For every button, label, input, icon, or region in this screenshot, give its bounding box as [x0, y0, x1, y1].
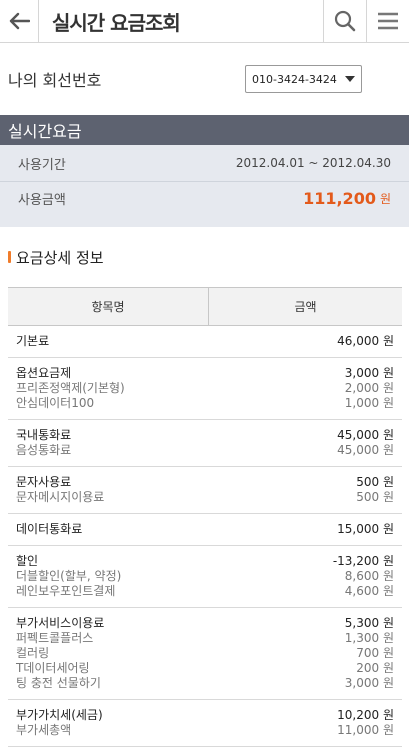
page-title: 실시간 요금조회	[52, 10, 181, 35]
search-button[interactable]	[323, 0, 366, 42]
sub-item-name: 문자메시지이용료	[16, 490, 105, 504]
search-icon	[334, 10, 356, 32]
sub-item-name: T데이터세어링	[16, 661, 90, 675]
sub-item-name: 더블할인(할부, 약정)	[16, 569, 122, 583]
usage-period-label: 사용기간	[18, 157, 66, 173]
table-row: 부가서비스이용료 퍼펙트콜플러스 컬러링 T데이터세어링 팅 충전 선물하기 5,300 …	[8, 607, 402, 700]
item-amount-cell: 3,000 원 2,000 원 1,000 원	[208, 357, 402, 420]
hamburger-menu-icon	[378, 12, 398, 30]
sub-item-name: 컬러링	[16, 646, 50, 660]
item-name-cell: 할인 더블할인(할부, 약정) 레인보우포인트결제	[8, 545, 209, 608]
sub-item-name: 부가세총액	[16, 723, 72, 737]
line-selector-row: 나의 회선번호 010-3424-3424	[0, 43, 409, 115]
table-row: 데이터통화료 15,000 원	[8, 513, 402, 546]
sub-item-name: 레인보우포인트결제	[16, 584, 116, 598]
table-row: 옵션요금제 프리존정액제(기본형) 안심데이터100 3,000 원 2,000 원 1,…	[8, 357, 402, 420]
app-bar: 실시간 요금조회	[0, 0, 409, 43]
table-row: 문자사용료 문자메시지이용료 500 원 500 원	[8, 466, 402, 514]
item-amount: 500 원	[356, 475, 394, 489]
item-name: 옵션요금제	[16, 366, 72, 380]
item-amount-cell: -13,200 원 8,600 원 4,600 원	[208, 545, 402, 608]
sub-item-name: 프리존정액제(기본형)	[16, 381, 125, 395]
sub-item-amount: 2,000 원	[344, 381, 394, 395]
table-row: 기본료 46,000 원	[8, 325, 402, 358]
item-amount-cell: 45,000 원 45,000 원	[208, 419, 402, 467]
item-name: 부가가치세(세금)	[16, 708, 103, 722]
table-row: 부가가치세(세금) 부가세총액 10,200 원 11,000 원	[8, 699, 402, 747]
item-amount: 46,000 원	[337, 334, 394, 348]
sub-item-amount: 1,000 원	[344, 396, 394, 410]
item-name: 데이터통화료	[16, 522, 83, 536]
table-row: 할인 더블할인(할부, 약정) 레인보우포인트결제 -13,200 원 8,600 원4…	[8, 545, 402, 608]
realtime-fee-summary: 사용기간 2012.04.01 ~ 2012.04.30 사용금액 111,20…	[0, 145, 409, 227]
item-amount: 15,000 원	[337, 522, 394, 536]
item-name-cell: 옵션요금제 프리존정액제(기본형) 안심데이터100	[8, 357, 209, 420]
usage-amount-unit: 원	[379, 191, 391, 206]
sub-item-amount: 1,300 원	[344, 631, 394, 645]
column-header-item: 항목명	[8, 287, 209, 326]
item-name: 부가서비스이용료	[16, 616, 105, 630]
item-amount: 5,300 원	[344, 616, 394, 630]
usage-amount-row: 사용금액 111,200 원	[0, 182, 409, 212]
line-number-value: 010-3424-3424	[252, 72, 337, 86]
item-amount-cell: 5,300 원 1,300 원 700 원 200 원 3,000 원	[208, 607, 402, 700]
fee-detail-table: 항목명 금액 기본료 46,000 원옵션요금제 프리존정액제(기본형) 안심데이터1…	[8, 287, 402, 747]
sub-item-amount: 3,000 원	[344, 676, 394, 690]
item-name-cell: 데이터통화료	[8, 513, 209, 546]
line-number-select[interactable]: 010-3424-3424	[245, 65, 362, 93]
sub-item-name: 음성통화료	[16, 443, 72, 457]
item-amount: 10,200 원	[337, 708, 394, 722]
item-name-cell: 기본료	[8, 325, 209, 358]
sub-item-amount: 11,000 원	[337, 723, 394, 737]
item-amount: 45,000 원	[337, 428, 394, 442]
table-row: 국내통화료 음성통화료 45,000 원 45,000 원	[8, 419, 402, 467]
sub-item-name: 안심데이터100	[16, 396, 95, 410]
item-amount: 3,000 원	[344, 366, 394, 380]
section-marker-icon	[8, 251, 11, 263]
item-amount-cell: 500 원 500 원	[208, 466, 402, 514]
usage-period-row: 사용기간 2012.04.01 ~ 2012.04.30	[0, 145, 409, 182]
column-header-amount: 금액	[208, 287, 402, 326]
item-name: 할인	[16, 554, 39, 568]
item-amount-cell: 15,000 원	[208, 513, 402, 546]
back-button[interactable]	[0, 0, 38, 42]
usage-amount-label: 사용금액	[18, 192, 66, 208]
item-name-cell: 국내통화료 음성통화료	[8, 419, 209, 467]
item-name-cell: 부가가치세(세금) 부가세총액	[8, 699, 209, 747]
sub-item-amount: 500 원	[356, 490, 394, 504]
sub-item-amount: 8,600 원	[344, 569, 394, 583]
usage-amount-value: 111,200	[303, 188, 376, 208]
item-name: 국내통화료	[16, 428, 72, 442]
item-name: 기본료	[16, 334, 50, 348]
table-header-row: 항목명 금액	[8, 287, 402, 326]
sub-item-amount: 200 원	[356, 661, 394, 675]
detail-title-text: 요금상세 정보	[16, 248, 104, 267]
item-amount: -13,200 원	[332, 554, 394, 568]
chevron-down-icon	[345, 76, 355, 82]
back-arrow-icon	[9, 12, 30, 30]
item-amount-cell: 46,000 원	[208, 325, 402, 358]
sub-item-amount: 45,000 원	[337, 443, 394, 457]
item-name: 문자사용료	[16, 475, 72, 489]
sub-item-amount: 4,600 원	[344, 584, 394, 598]
realtime-fee-header: 실시간요금	[0, 115, 409, 145]
item-name-cell: 문자사용료 문자메시지이용료	[8, 466, 209, 514]
item-name-cell: 부가서비스이용료 퍼펙트콜플러스 컬러링 T데이터세어링 팅 충전 선물하기	[8, 607, 209, 700]
divider	[38, 0, 39, 42]
sub-item-name: 팅 충전 선물하기	[16, 676, 101, 690]
sub-item-amount: 700 원	[356, 646, 394, 660]
detail-section-title: 요금상세 정보	[0, 227, 409, 287]
item-amount-cell: 10,200 원 11,000 원	[208, 699, 402, 747]
menu-button[interactable]	[366, 0, 409, 42]
sub-item-name: 퍼펙트콜플러스	[16, 631, 94, 645]
usage-period-value: 2012.04.01 ~ 2012.04.30	[235, 156, 391, 170]
line-number-label: 나의 회선번호	[8, 71, 102, 90]
